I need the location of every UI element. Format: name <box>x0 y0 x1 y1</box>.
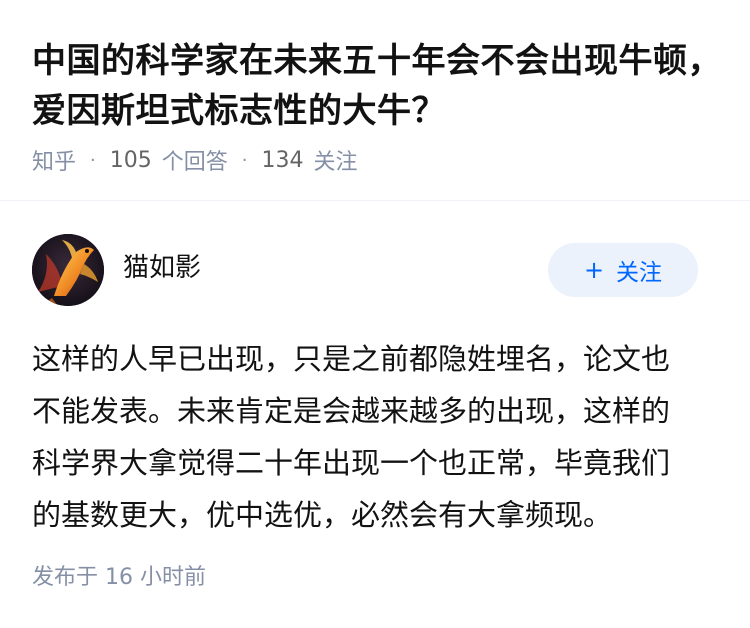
answer-count: 105 <box>109 147 152 173</box>
follower-count-label[interactable]: 关注 <box>314 144 358 176</box>
plus-icon: + <box>583 256 605 284</box>
source-label[interactable]: 知乎 <box>32 144 76 176</box>
follow-button-label: 关注 <box>616 260 663 286</box>
follow-button[interactable]: + 关注 <box>548 243 698 297</box>
answer-line: 这样的人早已出现，只是之前都隐姓埋名，论文也 <box>32 342 671 376</box>
question-meta: 知乎 · 105 个回答 · 134 关注 <box>32 144 358 176</box>
answer-line: 不能发表。未来肯定是会越来越多的出现，这样的 <box>32 394 671 428</box>
answer-line: 科学界大拿觉得二十年出现一个也正常，毕竟我们 <box>32 446 671 480</box>
section-divider <box>0 200 750 201</box>
follower-count: 134 <box>261 147 304 173</box>
question-header: 中国的科学家在未来五十年会不会出现牛顿，爱因斯坦式标志性的大牛？ 知乎 · 10… <box>0 0 750 200</box>
author-name[interactable]: 猫如影 <box>123 250 201 286</box>
meta-separator: · <box>90 149 96 171</box>
question-title[interactable]: 中国的科学家在未来五十年会不会出现牛顿，爱因斯坦式标志性的大牛？ <box>32 36 722 136</box>
answer-content[interactable]: 这样的人早已出现，只是之前都隐姓埋名，论文也 不能发表。未来肯定是会越来越多的出… <box>32 333 718 541</box>
publish-time: 发布于 16 小时前 <box>32 565 206 590</box>
answer-count-label[interactable]: 个回答 <box>162 144 228 176</box>
answer-line: 的基数更大，优中选优，必然会有大拿频现。 <box>32 498 613 532</box>
goldfish-avatar-icon[interactable] <box>32 234 104 306</box>
meta-separator: · <box>241 149 248 171</box>
